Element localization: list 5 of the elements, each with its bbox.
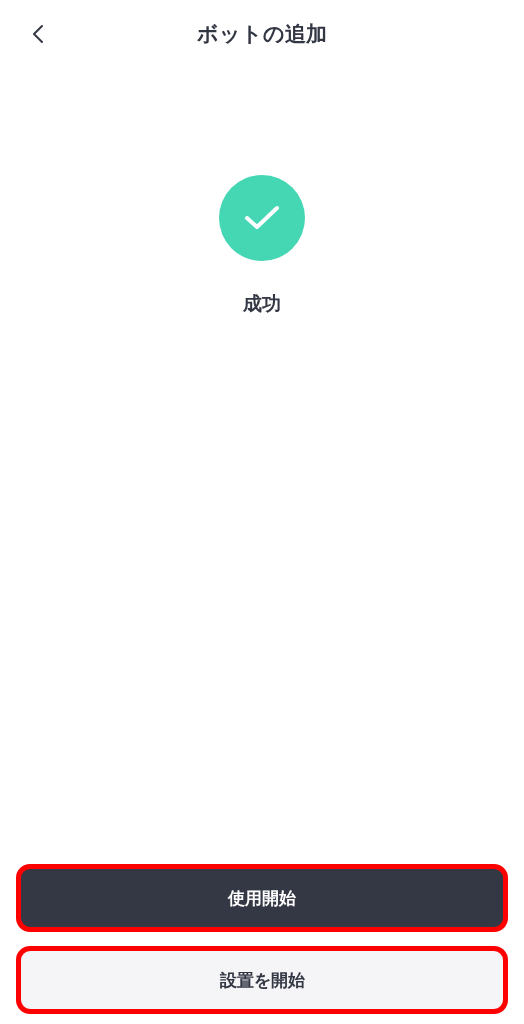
status-label: 成功: [243, 291, 281, 316]
back-icon: [32, 24, 44, 44]
start-using-button[interactable]: 使用開始: [16, 864, 508, 932]
page-title: ボットの追加: [196, 21, 328, 48]
start-setup-button[interactable]: 設置を開始: [16, 946, 508, 1014]
